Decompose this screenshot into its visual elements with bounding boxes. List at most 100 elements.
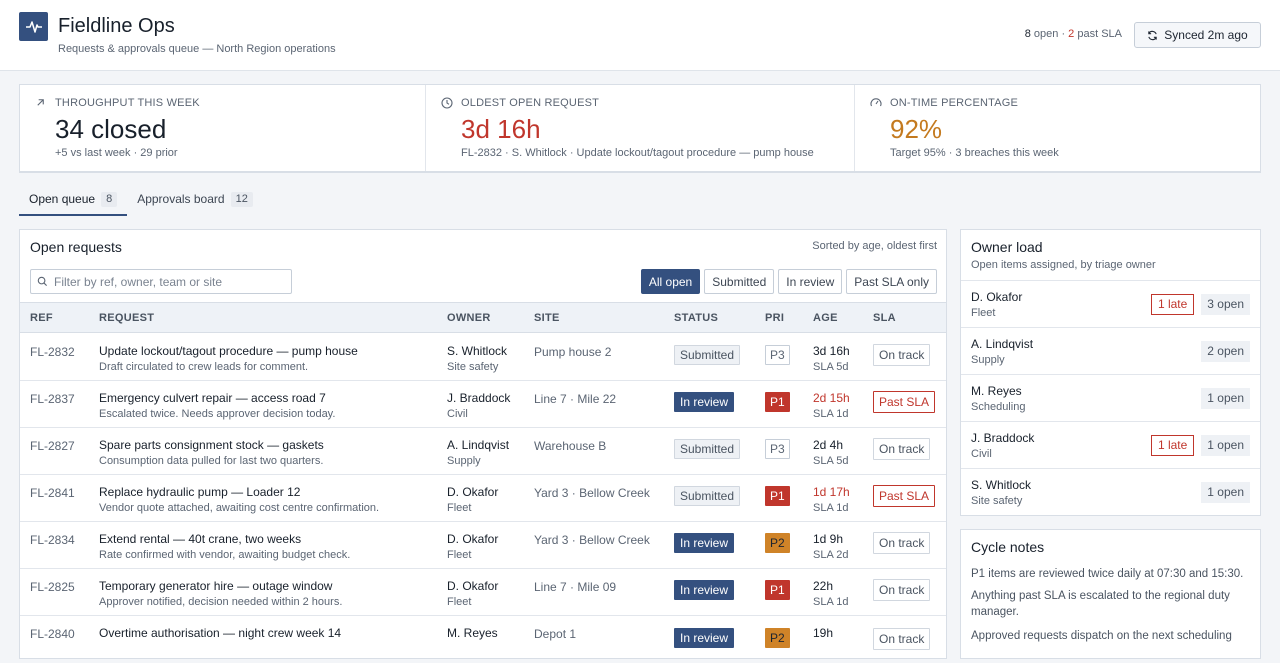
open-badge: 1 open [1201,435,1250,456]
table-row[interactable]: FL-2827 Spare parts consignment stock — … [20,428,946,475]
late-badge: 1 late [1150,294,1195,315]
age-value: 19h [813,626,834,640]
refresh-icon [1148,30,1158,40]
table-row[interactable]: FL-2825 Temporary generator hire — outag… [20,569,946,616]
owner-row[interactable]: S. Whitlock Site safety 1 open [961,468,1260,515]
owner-team: Site safety [971,495,1023,507]
owner-name: S. Whitlock [447,344,508,358]
age-value: 3d 16h [813,344,850,358]
site-name: Warehouse B [534,439,607,453]
kpi-sub: +5 vs last week · 29 prior [55,147,178,159]
open-badge: 2 open [1201,341,1250,362]
sla-target: SLA 5d [813,361,849,373]
owner-row[interactable]: D. Okafor Fleet 1 late 3 open [961,280,1260,327]
kpi-label: ON-TIME PERCENTAGE [890,97,1019,109]
owner-name: D. Okafor [447,532,499,546]
sla-badge: On track [873,344,931,366]
app-header: Fieldline Ops Requests & approvals queue… [0,0,1280,71]
col-owner[interactable]: OWNER [447,312,491,324]
kpi-value: 3d 16h [461,114,541,144]
col-ref[interactable]: REF [30,312,53,324]
site-name: Yard 3 · Bellow Creek [534,486,650,500]
queue-summary: 8 open · 2 past SLA [1025,28,1122,40]
panel-subtitle: Open items assigned, by triage owner [971,259,1156,271]
tab-label: Open queue [29,192,96,206]
open-badge: 1 open [1201,388,1250,409]
cycle-notes-panel: Cycle notes P1 items are reviewed twice … [960,529,1261,659]
priority-badge: P1 [765,392,790,412]
priority-badge: P2 [765,533,790,553]
view-tabs: Open queue 8 Approvals board 12 [19,188,263,216]
request-ref: FL-2825 [30,580,75,594]
site-name: Yard 3 · Bellow Creek [534,533,650,547]
col-status[interactable]: STATUS [674,312,718,324]
tab-label: Approvals board [137,192,225,206]
sync-button[interactable]: Synced 2m ago [1134,22,1261,48]
request-detail: Consumption data pulled for last two qua… [99,455,324,467]
owner-name: D. Okafor [447,485,499,499]
summary-separator: · [1061,28,1066,40]
site-name: Line 7 · Mile 22 [534,392,617,406]
site-name: Pump house 2 [534,345,612,359]
request-detail: Rate confirmed with vendor, awaiting bud… [99,549,351,561]
status-filter: All open Submitted In review Past SLA on… [640,269,937,294]
note-item: Anything past SLA is escalated to the re… [971,590,1230,618]
owner-name: A. Lindqvist [447,438,510,452]
tab-approvals-board[interactable]: Approvals board 12 [127,188,263,216]
kpi-value: 34 closed [55,114,167,144]
table-row[interactable]: FL-2840 Overtime authorisation — night c… [20,616,946,663]
kpi-oldest-open: OLDEST OPEN REQUEST 3d 16h FL-2832 · S. … [426,85,855,171]
owner-name: S. Whitlock [971,478,1032,492]
kpi-sub: FL-2832 · S. Whitlock · Update lockout/t… [461,147,814,159]
owner-row[interactable]: M. Reyes Scheduling 1 open [961,374,1260,421]
col-request[interactable]: REQUEST [99,312,154,324]
filter-box [30,269,292,294]
request-detail: Draft circulated to crew leads for comme… [99,361,309,373]
request-title: Extend rental — 40t crane, two weeks [99,532,302,546]
owner-team: Fleet [447,549,472,561]
request-detail: Vendor quote attached, awaiting cost cen… [99,502,380,514]
table-row[interactable]: FL-2841 Replace hydraulic pump — Loader … [20,475,946,522]
sla-target: SLA 1d [813,596,849,608]
tab-open-queue[interactable]: Open queue 8 [19,188,128,216]
request-title: Replace hydraulic pump — Loader 12 [99,485,301,499]
owner-row[interactable]: J. Braddock Civil 1 late 1 open [961,421,1260,468]
status-badge: Submitted [674,345,741,365]
status-badge: In review [674,628,735,648]
request-ref: FL-2840 [30,627,75,641]
priority-badge: P3 [765,439,790,459]
request-title: Temporary generator hire — outage window [99,579,333,593]
table-row[interactable]: FL-2832 Update lockout/tagout procedure … [20,334,946,381]
sla-badge: Past SLA [873,391,936,413]
kpi-label: OLDEST OPEN REQUEST [461,97,600,109]
table-header: REF REQUEST OWNER SITE STATUS PRI AGE SL… [20,302,946,333]
request-ref: FL-2841 [30,486,75,500]
col-sla[interactable]: SLA [873,312,896,324]
table-row[interactable]: FL-2837 Emergency culvert repair — acces… [20,381,946,428]
owner-row[interactable]: A. Lindqvist Supply 2 open [961,327,1260,374]
past-sla-count: 2 [1068,28,1075,40]
gauge-icon [870,98,882,107]
sla-target: SLA 1d [813,408,849,420]
status-badge: In review [674,533,735,553]
col-priority[interactable]: PRI [765,312,784,324]
app-title: Fieldline Ops [58,15,175,37]
status-badge: In review [674,392,735,412]
request-ref: FL-2837 [30,392,75,406]
filter-all-open[interactable]: All open [640,269,701,294]
arrow-up-right-icon [37,99,44,106]
sla-target: SLA 1d [813,502,849,514]
col-age[interactable]: AGE [813,312,838,324]
col-site[interactable]: SITE [534,312,560,324]
filter-past-sla[interactable]: Past SLA only [846,269,937,294]
table-row[interactable]: FL-2834 Extend rental — 40t crane, two w… [20,522,946,569]
filter-input[interactable] [54,274,284,289]
filter-submitted[interactable]: Submitted [704,269,775,294]
sla-badge: On track [873,579,931,601]
sla-badge: On track [873,532,931,554]
request-ref: FL-2832 [30,345,75,359]
filter-in-review[interactable]: In review [778,269,843,294]
clock-icon [441,97,453,109]
kpi-strip: THROUGHPUT THIS WEEK 34 closed +5 vs las… [19,84,1261,173]
age-value: 2d 15h [813,391,850,405]
